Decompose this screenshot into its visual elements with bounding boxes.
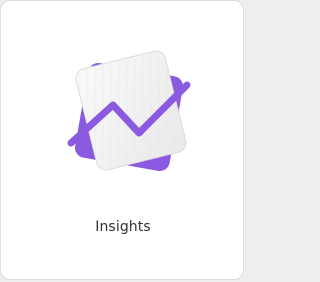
insights-chart-icon	[67, 48, 191, 173]
app-name-label: Insights	[95, 219, 151, 235]
app-tile-insights[interactable]: Insights	[0, 0, 244, 280]
